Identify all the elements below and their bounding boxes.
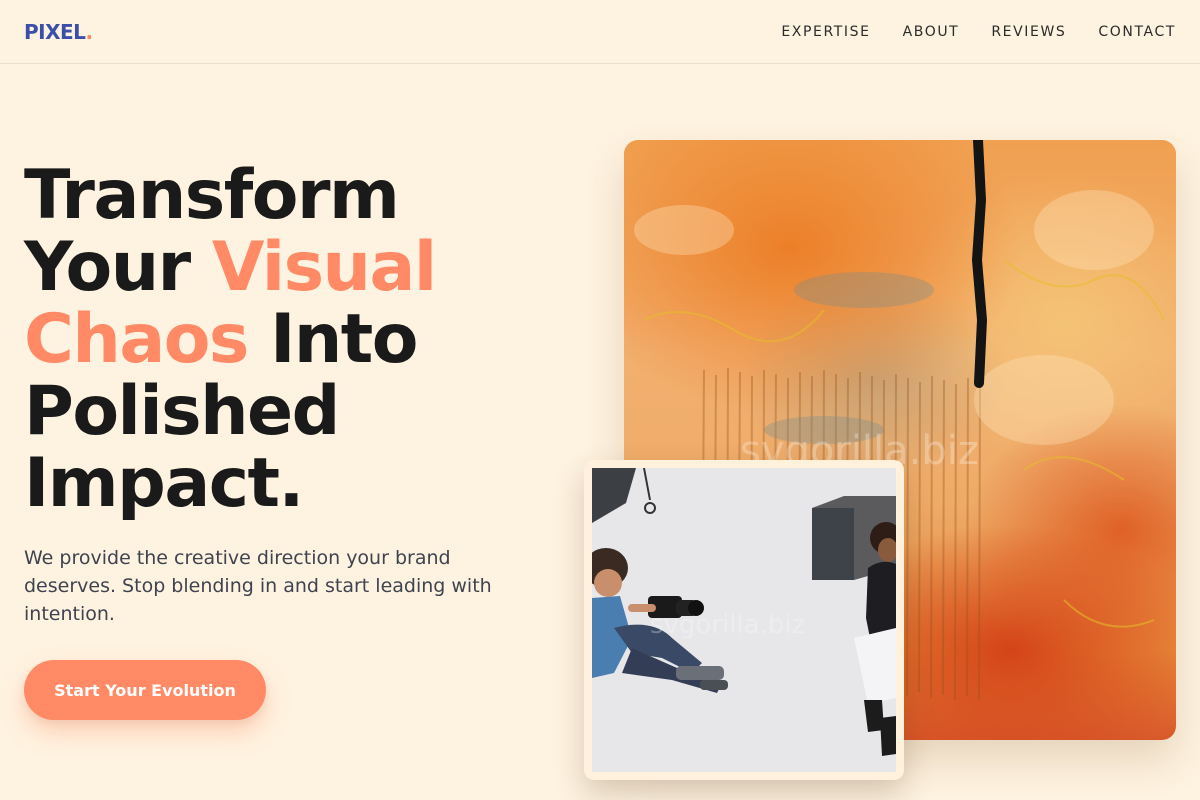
nav-link-reviews[interactable]: REVIEWS [991,24,1066,40]
headline-word-visual: Visual [211,228,437,307]
headline-word-polished: Polished [24,372,340,451]
nav-link-expertise[interactable]: EXPERTISE [781,24,870,40]
start-evolution-button[interactable]: Start Your Evolution [24,660,266,720]
headline-word-transform: Transform [24,156,400,235]
headline-word-your: Your [24,228,212,307]
top-navbar: PIXEL. EXPERTISE ABOUT REVIEWS CONTACT [0,0,1200,64]
photo-scene [592,468,896,772]
brand-logo-text: PIXEL [24,19,86,44]
brand-logo-dot: . [85,19,93,44]
nav-link-contact[interactable]: CONTACT [1098,24,1176,40]
headline-word-chaos: Chaos [24,300,249,379]
hero-headline: Transform Your Visual Chaos Into Polished Im… [24,160,564,520]
photographer-photo-image: svgorilla.biz [592,468,896,772]
headline-word-into: Into [247,300,418,379]
hero-subtitle: We provide the creative direction your b… [24,547,492,625]
nav-links: EXPERTISE ABOUT REVIEWS CONTACT [781,23,1176,41]
brand-logo[interactable]: PIXEL. [24,20,93,44]
nav-link-about[interactable]: ABOUT [903,24,960,40]
photo-card: svgorilla.biz [584,460,904,780]
headline-word-impact: Impact. [24,444,304,523]
